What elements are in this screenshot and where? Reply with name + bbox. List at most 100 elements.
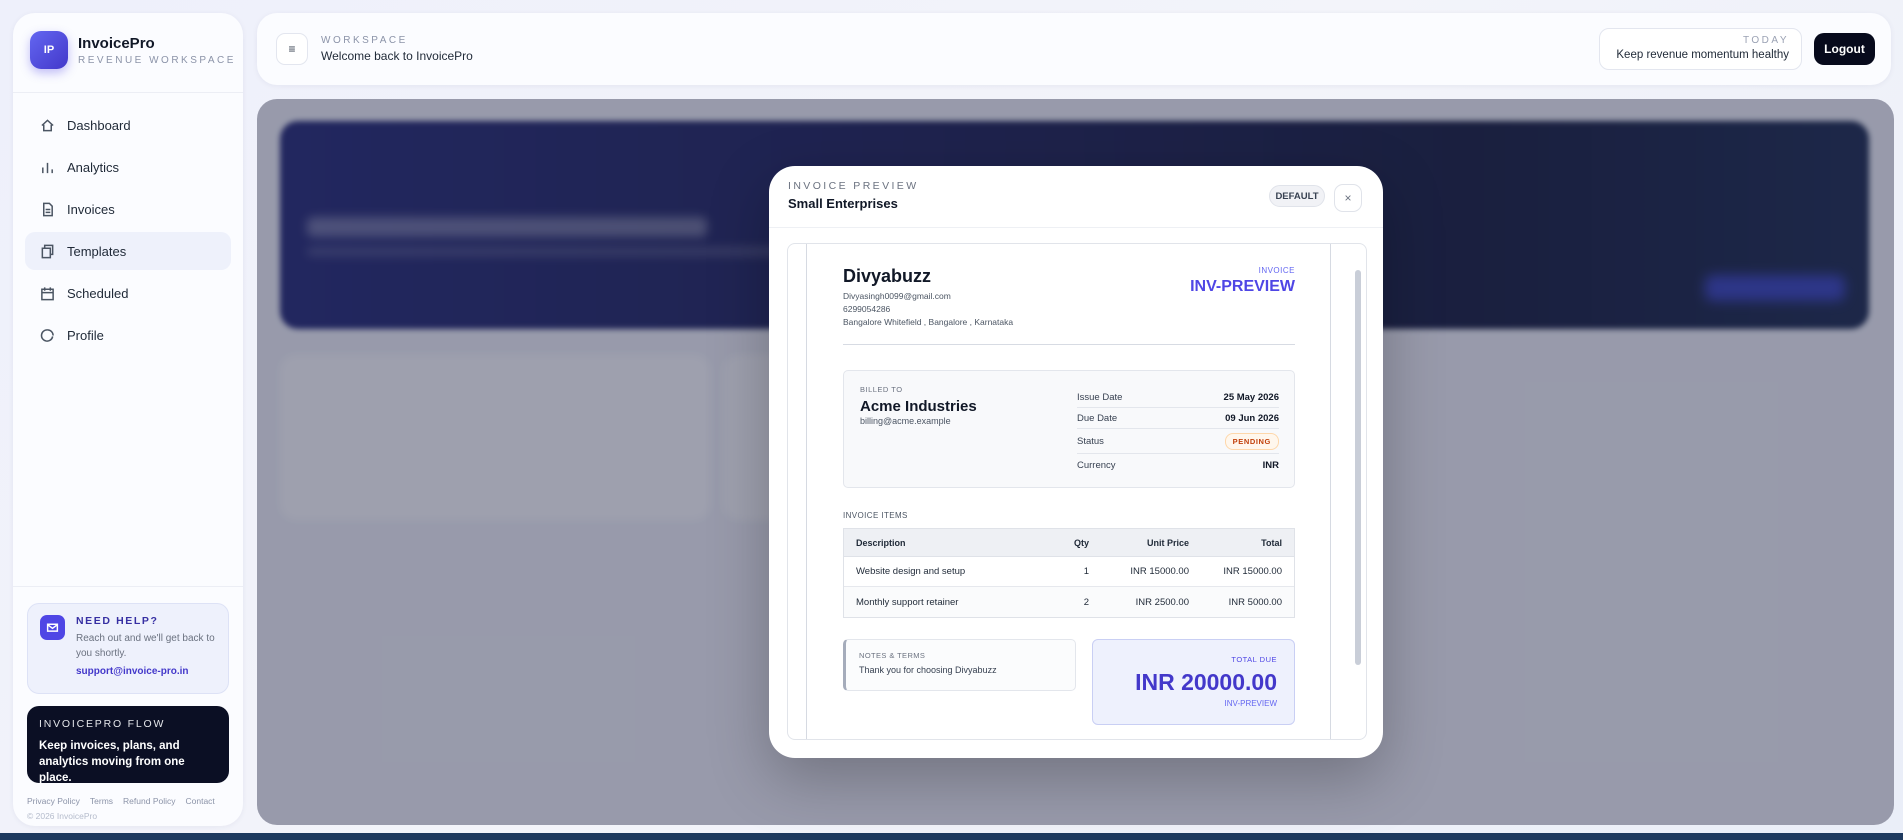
- support-email-link[interactable]: support@invoice-pro.in: [76, 666, 218, 677]
- item-total: INR 5000.00: [1228, 596, 1282, 608]
- home-icon: [39, 117, 55, 133]
- sidebar-item-label: Templates: [67, 243, 127, 259]
- notes-label: NOTES & TERMS: [859, 651, 926, 660]
- sidebar-item-label: Invoices: [67, 201, 115, 217]
- brand[interactable]: IP InvoicePro REVENUE WORKSPACE: [30, 31, 236, 69]
- total-label: TOTAL DUE: [1231, 655, 1277, 664]
- help-text: Reach out and we'll get back to you shor…: [76, 633, 215, 659]
- total-reference: INV-PREVIEW: [1224, 699, 1277, 708]
- sidebar-item-profile[interactable]: Profile: [25, 316, 231, 354]
- privacy-policy-link[interactable]: Privacy Policy: [27, 796, 80, 806]
- table-row: Website design and setup 1 INR 15000.00 …: [844, 557, 1294, 587]
- brand-name: InvoicePro: [78, 34, 155, 52]
- billed-to-label: BILLED TO: [860, 385, 903, 394]
- logout-button[interactable]: Logout: [1814, 33, 1875, 65]
- item-unit-price: INR 15000.00: [1130, 566, 1189, 577]
- page-edge: [1330, 244, 1331, 739]
- sidebar-item-invoices[interactable]: Invoices: [25, 190, 231, 228]
- today-text: Keep revenue momentum healthy: [1616, 49, 1789, 61]
- hamburger-icon: ≡: [288, 42, 296, 56]
- meta-row-issue-date: Issue Date 25 May 2026: [1077, 387, 1279, 408]
- scrollbar-thumb[interactable]: [1355, 270, 1361, 665]
- meta-row-status: Status PENDING: [1077, 429, 1279, 454]
- divider: [769, 227, 1383, 228]
- modal-label: INVOICE PREVIEW: [788, 180, 919, 192]
- company-phone: 6299054286: [843, 304, 891, 314]
- sidebar-item-templates[interactable]: Templates: [25, 232, 231, 270]
- today-box: TODAY Keep revenue momentum healthy: [1599, 28, 1802, 70]
- items-label: INVOICE ITEMS: [843, 511, 908, 520]
- meta-value: 09 Jun 2026: [1225, 412, 1279, 424]
- help-card: NEED HELP? Reach out and we'll get back …: [27, 603, 229, 694]
- welcome-text: Welcome back to InvoicePro: [321, 49, 473, 63]
- company-name: Divyabuzz: [843, 266, 932, 286]
- help-title: NEED HELP?: [76, 615, 159, 627]
- sidebar-item-dashboard[interactable]: Dashboard: [25, 106, 231, 144]
- sidebar-item-label: Analytics: [67, 159, 120, 175]
- sidebar-nav: Dashboard Analytics Invoices Templates S…: [25, 106, 231, 358]
- meta-label: Due Date: [1077, 412, 1118, 424]
- column-header: Description: [856, 537, 906, 548]
- copy-icon: [39, 243, 55, 259]
- bottom-strip: [0, 833, 1903, 840]
- table-header: Description Qty Unit Price Total: [844, 529, 1294, 557]
- copyright: © 2026 InvoicePro: [27, 811, 98, 821]
- status-badge: PENDING: [1224, 432, 1279, 450]
- meta-value: 25 May 2026: [1223, 391, 1279, 403]
- terms-link[interactable]: Terms: [90, 796, 113, 806]
- today-label: TODAY: [1742, 35, 1789, 46]
- close-icon: ×: [1344, 191, 1352, 205]
- brand-subtitle: REVENUE WORKSPACE: [78, 54, 236, 66]
- bar-chart-icon: [39, 159, 55, 175]
- flow-text: Keep invoices, plans, and analytics movi…: [39, 740, 185, 784]
- item-description: Website design and setup: [856, 566, 966, 577]
- workspace-label: WORKSPACE: [321, 35, 408, 46]
- meta-label: Issue Date: [1077, 391, 1123, 403]
- meta-label: Status: [1077, 435, 1104, 447]
- meta-row-currency: Currency INR: [1077, 454, 1279, 477]
- scrollbar[interactable]: [1352, 244, 1364, 739]
- sidebar-item-analytics[interactable]: Analytics: [25, 148, 231, 186]
- meta-label: Currency: [1077, 460, 1116, 471]
- item-qty: 2: [1083, 596, 1089, 608]
- meta-value: INR: [1262, 460, 1279, 471]
- total-due-box: TOTAL DUE INR 20000.00 INV-PREVIEW: [1092, 639, 1295, 725]
- contact-link[interactable]: Contact: [186, 796, 215, 806]
- mail-icon: [40, 615, 65, 640]
- close-button[interactable]: ×: [1334, 184, 1362, 212]
- items-table: Description Qty Unit Price Total Website…: [843, 528, 1295, 618]
- item-description: Monthly support retainer: [856, 596, 959, 608]
- client-email: billing@acme.example: [860, 416, 951, 426]
- top-header: ≡ WORKSPACE Welcome back to InvoicePro T…: [257, 13, 1891, 85]
- invoice-preview-frame[interactable]: Divyabuzz Divyasingh0099@gmail.com 62990…: [787, 243, 1367, 740]
- meta-row-due-date: Due Date 09 Jun 2026: [1077, 408, 1279, 429]
- brand-logo: IP: [30, 31, 68, 69]
- refund-policy-link[interactable]: Refund Policy: [123, 796, 175, 806]
- sidebar-item-label: Profile: [67, 327, 104, 343]
- footer-links: Privacy Policy Terms Refund Policy Conta…: [27, 796, 225, 806]
- invoice-preview-modal: INVOICE PREVIEW Small Enterprises DEFAUL…: [769, 166, 1383, 758]
- company-email: Divyasingh0099@gmail.com: [843, 291, 951, 301]
- column-header: Qty: [1073, 537, 1089, 548]
- page-edge: [806, 244, 807, 739]
- total-amount: INR 20000.00: [1135, 669, 1277, 695]
- flow-title: INVOICEPRO FLOW: [39, 718, 166, 730]
- flow-card: INVOICEPRO FLOW Keep invoices, plans, an…: [27, 706, 229, 784]
- item-unit-price: INR 2500.00: [1135, 596, 1189, 608]
- menu-button[interactable]: ≡: [276, 33, 308, 65]
- column-header: Unit Price: [1146, 537, 1189, 548]
- table-row: Monthly support retainer 2 INR 2500.00 I…: [844, 587, 1294, 617]
- divider: [13, 92, 243, 93]
- sidebar-item-scheduled[interactable]: Scheduled: [25, 274, 231, 312]
- company-address: Bangalore Whitefield , Bangalore , Karna…: [843, 317, 1014, 327]
- sidebar: IP InvoicePro REVENUE WORKSPACE Dashboar…: [13, 13, 243, 826]
- column-header: Total: [1261, 537, 1282, 548]
- calendar-icon: [39, 285, 55, 301]
- file-icon: [39, 201, 55, 217]
- invoice-tag: INVOICE: [1258, 266, 1295, 275]
- sidebar-item-label: Scheduled: [67, 285, 129, 301]
- notes-box: NOTES & TERMS Thank you for choosing Div…: [843, 639, 1076, 691]
- sidebar-item-label: Dashboard: [67, 117, 131, 133]
- divider: [843, 344, 1295, 345]
- notes-text: Thank you for choosing Divyabuzz: [859, 665, 997, 675]
